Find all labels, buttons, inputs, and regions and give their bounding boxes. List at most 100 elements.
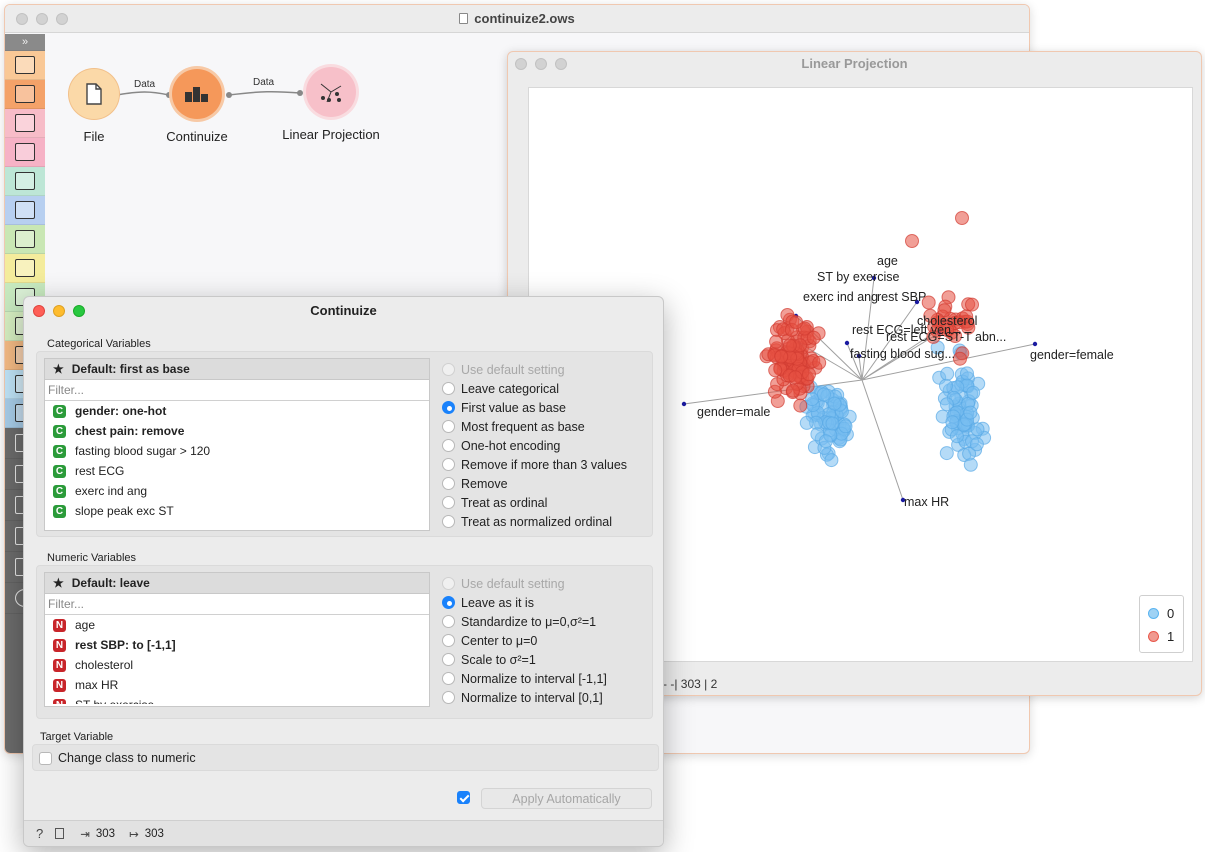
numeric-option[interactable]: Use default setting: [442, 574, 607, 593]
numeric-radio[interactable]: [442, 653, 455, 666]
help-icon[interactable]: ?: [36, 826, 43, 841]
categorical-item[interactable]: Cexerc ind ang: [45, 481, 429, 501]
data-point[interactable]: [949, 429, 964, 444]
categorical-option[interactable]: Use default setting: [442, 360, 627, 379]
file-node[interactable]: File: [59, 69, 129, 144]
categorical-option[interactable]: Treat as normalized ordinal: [442, 512, 627, 531]
axis-anchor-female[interactable]: [1032, 341, 1038, 347]
categorical-radio[interactable]: [442, 401, 455, 414]
data-point[interactable]: [939, 397, 954, 412]
numeric-radio[interactable]: [442, 577, 455, 590]
data-point[interactable]: [955, 211, 969, 225]
axis-anchor-male[interactable]: [681, 401, 687, 407]
close-icon[interactable]: [33, 305, 45, 317]
data-point[interactable]: [769, 334, 784, 349]
categorical-radio[interactable]: [442, 496, 455, 509]
categorical-option[interactable]: One-hot encoding: [442, 436, 627, 455]
categorical-filter-input[interactable]: [45, 380, 429, 401]
data-point[interactable]: [827, 396, 842, 411]
data-point[interactable]: [782, 338, 797, 353]
numeric-radio[interactable]: [442, 691, 455, 704]
categorical-item[interactable]: Cfasting blood sugar > 120: [45, 441, 429, 461]
data-point[interactable]: [799, 415, 814, 430]
categorical-radio[interactable]: [442, 458, 455, 471]
data-point[interactable]: [768, 363, 783, 378]
numeric-option[interactable]: Normalize to interval [0,1]: [442, 688, 607, 707]
categorical-radio[interactable]: [442, 477, 455, 490]
data-point[interactable]: [970, 422, 985, 437]
apply-automatically-checkbox[interactable]: [457, 791, 470, 804]
zoom-icon[interactable]: [73, 305, 85, 317]
categorical-radio[interactable]: [442, 363, 455, 376]
data-point[interactable]: [905, 234, 919, 248]
change-class-numeric-checkbox[interactable]: [39, 751, 52, 765]
categorical-radio[interactable]: [442, 515, 455, 528]
categorical-option[interactable]: Remove: [442, 474, 627, 493]
continuize-node[interactable]: Continuize: [162, 69, 232, 144]
numeric-option[interactable]: Leave as it is: [442, 593, 607, 612]
numeric-radio[interactable]: [442, 672, 455, 685]
data-point[interactable]: [940, 366, 955, 381]
data-point[interactable]: [953, 351, 967, 366]
numeric-radio[interactable]: [442, 596, 455, 609]
numeric-filter-input[interactable]: [45, 594, 429, 615]
data-point[interactable]: [774, 349, 789, 364]
data-point[interactable]: [945, 415, 960, 430]
minimize-icon[interactable]: [53, 305, 65, 317]
data-point[interactable]: [812, 355, 827, 370]
change-class-numeric-option[interactable]: Change class to numeric: [39, 751, 196, 765]
numeric-option[interactable]: Standardize to μ=0,σ²=1: [442, 612, 607, 631]
categorical-option[interactable]: First value as base: [442, 398, 627, 417]
categorical-option[interactable]: Treat as ordinal: [442, 493, 627, 512]
categorical-option[interactable]: Leave categorical: [442, 379, 627, 398]
categorical-radio[interactable]: [442, 382, 455, 395]
numeric-item[interactable]: Nrest SBP: to [-1,1]: [45, 635, 429, 655]
data-point[interactable]: [818, 434, 833, 449]
categorical-variable-list[interactable]: ★ Default: first as base Cgender: one-hot…: [44, 358, 430, 531]
numeric-variable-list[interactable]: ★Default: leave NageNrest SBP: to [-1,1]…: [44, 572, 430, 707]
data-point[interactable]: [788, 370, 803, 385]
data-point[interactable]: [966, 385, 981, 400]
axis-anchor-ecg_left[interactable]: [844, 340, 850, 346]
data-point[interactable]: [824, 453, 839, 468]
data-point[interactable]: [965, 297, 979, 312]
numeric-option[interactable]: Scale to σ²=1: [442, 650, 607, 669]
numeric-option[interactable]: Normalize to interval [-1,1]: [442, 669, 607, 688]
categorical-item[interactable]: Crest ECG: [45, 461, 429, 481]
continuize-window-controls[interactable]: [33, 305, 85, 317]
data-point[interactable]: [963, 405, 978, 420]
apply-automatically-button[interactable]: Apply Automatically: [481, 788, 652, 809]
data-point[interactable]: [939, 446, 954, 461]
data-point[interactable]: [816, 387, 831, 402]
data-point[interactable]: [805, 392, 820, 407]
data-point[interactable]: [825, 416, 840, 431]
data-point[interactable]: [802, 367, 816, 382]
data-point[interactable]: [806, 330, 821, 345]
linear-projection-node[interactable]: Linear Projection: [275, 67, 387, 142]
categorical-item[interactable]: Cslope peak exc ST: [45, 501, 429, 521]
numeric-item[interactable]: Nmax HR: [45, 675, 429, 695]
numeric-item[interactable]: Ncholesterol: [45, 655, 429, 675]
data-point[interactable]: [793, 398, 808, 413]
numeric-radio[interactable]: [442, 634, 455, 647]
data-point[interactable]: [960, 366, 974, 381]
numeric-item[interactable]: Nage: [45, 615, 429, 635]
data-point[interactable]: [838, 419, 853, 434]
categorical-radio[interactable]: [442, 439, 455, 452]
categorical-option[interactable]: Most frequent as base: [442, 417, 627, 436]
numeric-default-row[interactable]: ★ Default: leave: [45, 573, 429, 594]
categorical-item[interactable]: Cgender: one-hot: [45, 401, 429, 421]
numeric-radio[interactable]: [442, 615, 455, 628]
data-point[interactable]: [969, 437, 984, 452]
categorical-option[interactable]: Remove if more than 3 values: [442, 455, 627, 474]
categorical-item[interactable]: Cchest pain: remove: [45, 421, 429, 441]
categorical-radio[interactable]: [442, 420, 455, 433]
report-icon[interactable]: [55, 828, 65, 839]
numeric-item[interactable]: N ST by exercise: [45, 695, 429, 704]
data-point[interactable]: [785, 383, 800, 398]
projection-window-controls[interactable]: [515, 58, 567, 70]
categorical-default-row[interactable]: ★ Default: first as base: [45, 359, 429, 380]
numeric-option[interactable]: Center to μ=0: [442, 631, 607, 650]
data-point[interactable]: [939, 378, 953, 393]
data-point[interactable]: [789, 315, 804, 330]
